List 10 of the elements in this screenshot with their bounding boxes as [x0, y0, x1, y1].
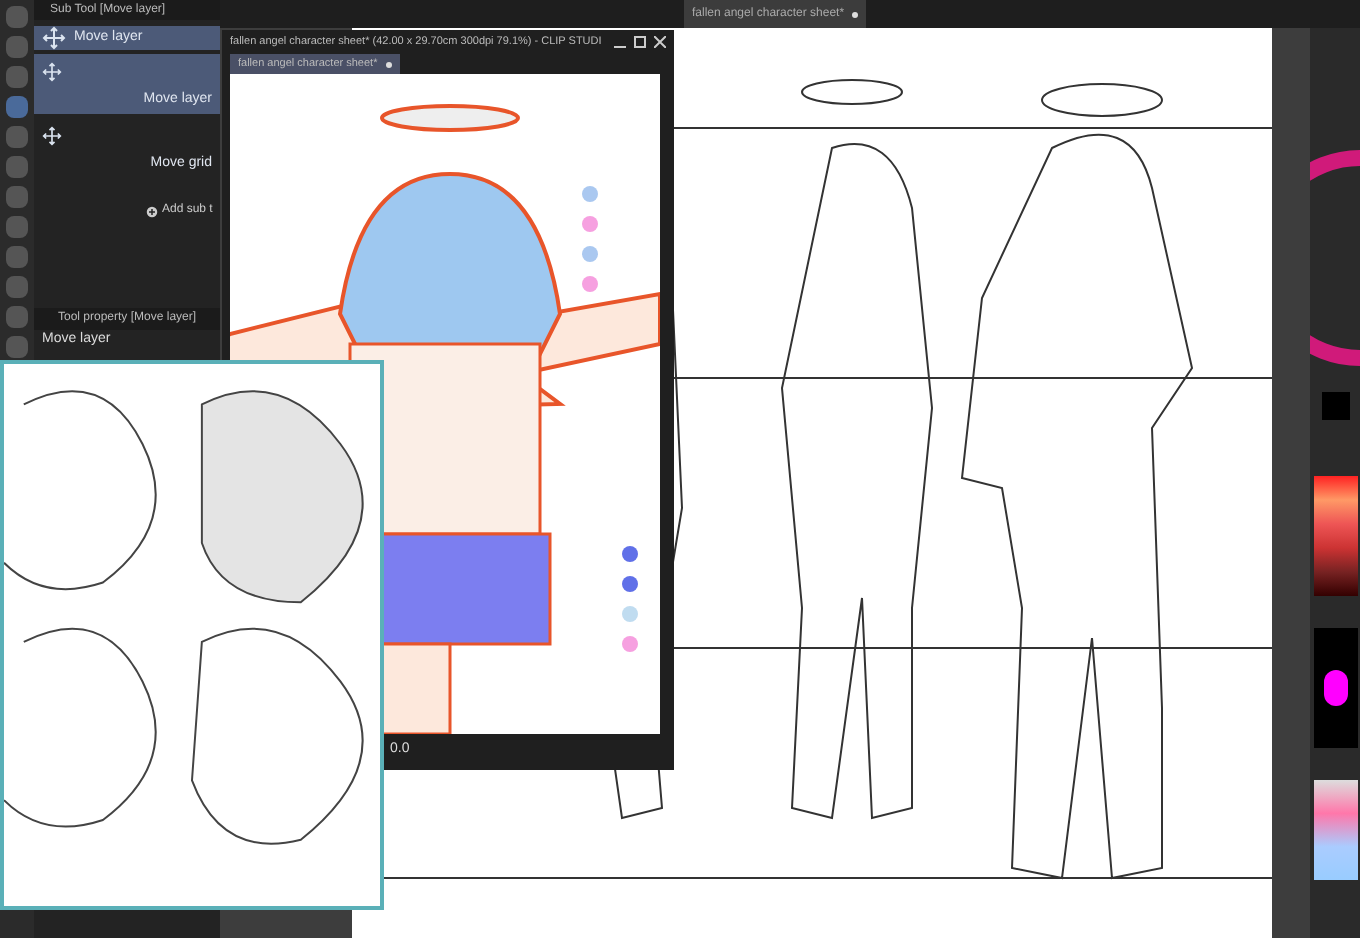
plus-circle-icon [146, 205, 158, 217]
unsaved-dot-icon [385, 61, 392, 67]
unsaved-dot-icon [852, 11, 859, 17]
close-icon[interactable] [654, 36, 666, 48]
maximize-icon[interactable] [634, 36, 646, 48]
move-icon [42, 62, 62, 82]
current-color-swatch [1321, 392, 1349, 420]
move-icon [42, 26, 66, 50]
color-preview [1313, 628, 1357, 748]
move-icon [42, 126, 62, 146]
